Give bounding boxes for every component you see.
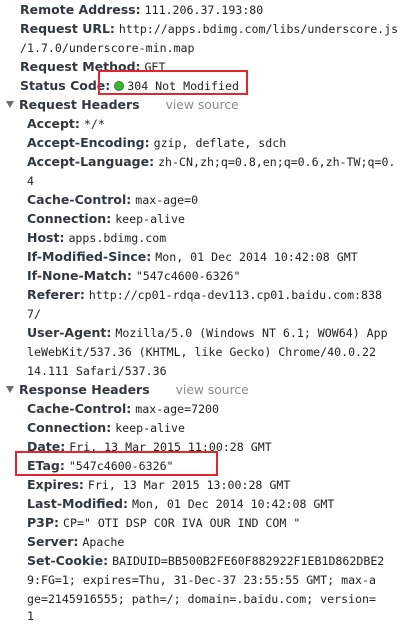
header-row-p3p: P3P: CP=" OTI DSP COR IVA OUR IND COM " [27,513,300,533]
header-value: zh-CN,zh;q=0.8,en;q=0.6,zh-TW;q=0. [158,155,396,169]
header-row-set-cookie: Set-Cookie: BAIDUID=BB500B2FE60F882922F1… [27,551,384,571]
header-key: Cache-Control: [27,192,132,207]
header-row-referer: Referer: http://cp01-rdqa-dev113.cp01.ba… [27,285,382,305]
header-value: "547c4600-6326" [135,269,241,283]
header-value: BAIDUID=BB500B2FE60F882922F1EB1D862DBE2 [112,554,385,568]
status-code-highlight [98,70,248,95]
header-value: max-age=7200 [135,402,220,416]
header-key: User-Agent: [27,325,112,340]
header-row-if-modified-since: If-Modified-Since: Mon, 01 Dec 2014 10:4… [27,247,358,267]
header-key: P3P: [27,515,60,530]
header-value-continued: 7/ [27,307,41,321]
header-value-continued[interactable]: /1.7.0/underscore-min.map [20,41,195,55]
request-url-continued: /1.7.0/underscore-min.map [20,38,195,58]
expand-triangle-icon[interactable] [6,101,14,108]
header-key: Referer: [27,287,85,302]
header-key: Status Code: [20,78,111,93]
header-value-continued: 9:FG=1; expires=Thu, 31-Dec-37 23:55:55 … [27,573,377,587]
header-value: keep-alive [115,212,185,226]
header-row-set-cookie-continued: ge=2145916555; path=/; domain=.baidu.com… [27,589,376,609]
header-value: Apache [82,535,125,549]
header-value: max-age=0 [135,193,199,207]
header-value: Mon, 01 Dec 2014 10:42:08 GMT [131,497,335,511]
header-key: Cache-Control: [27,401,132,416]
header-key: Accept-Language: [27,154,155,169]
header-value: Mon, 01 Dec 2014 10:42:08 GMT [155,250,358,264]
headers-panel: Remote Address: 111.206.37.193:80 Reques… [0,0,406,623]
expand-triangle-icon[interactable] [6,386,14,393]
etag-highlight [15,451,218,476]
header-key: Accept: [27,116,80,131]
header-value: Fri, 13 Mar 2015 13:00:28 GMT [87,478,291,492]
header-key: Last-Modified: [27,496,128,511]
header-row-connection: Connection: keep-alive [27,418,185,438]
header-row-cache-control: Cache-Control: max-age=0 [27,190,198,210]
header-value: gzip, deflate, sdch [153,136,287,150]
header-value: http://cp01-rdqa-dev113.cp01.baidu.com:8… [88,288,382,302]
header-row-expires: Expires: Fri, 13 Mar 2015 13:00:28 GMT [27,475,290,495]
header-value: Mozilla/5.0 (Windows NT 6.1; WOW64) App [115,326,388,340]
header-value: 111.206.37.193:80 [144,3,264,17]
header-row-user-agent-continued: leWebKit/537.36 (KHTML, like Gecko) Chro… [27,342,376,362]
header-row-user-agent: User-Agent: Mozilla/5.0 (Windows NT 6.1;… [27,323,388,343]
header-row-set-cookie-continued: 1 [27,606,34,626]
remote-address-row: Remote Address: 111.206.37.193:80 [20,0,263,20]
header-key: Server: [27,534,79,549]
header-value: CP=" OTI DSP COR IVA OUR IND COM " [63,516,301,530]
header-value[interactable]: http://apps.bdimg.com/libs/underscore.js [119,22,398,36]
header-key: Remote Address: [20,2,141,17]
section-title[interactable]: Request Headers [19,97,140,112]
header-row-set-cookie-continued: 9:FG=1; expires=Thu, 31-Dec-37 23:55:55 … [27,570,376,590]
header-value-continued: leWebKit/537.36 (KHTML, like Gecko) Chro… [27,345,377,359]
header-row-connection: Connection: keep-alive [27,209,185,229]
header-key: If-None-Match: [27,268,132,283]
view-source-link[interactable]: view source [166,98,239,112]
header-row-accept-language-continued: 4 [27,171,34,191]
header-row-accept: Accept: */* [27,114,105,134]
header-key: If-Modified-Since: [27,249,152,264]
section-title[interactable]: Response Headers [19,382,150,397]
header-value-continued: 4 [27,174,34,188]
response-headers-section[interactable]: Response Headers view source [6,380,249,400]
header-row-referer-continued: 7/ [27,304,41,324]
header-row-cache-control: Cache-Control: max-age=7200 [27,399,219,419]
header-row-user-agent-continued: 14.111 Safari/537.36 [27,361,167,381]
header-row-host: Host: apps.bdimg.com [27,228,166,248]
header-key: Connection: [27,420,112,435]
header-value-continued: 14.111 Safari/537.36 [27,364,167,378]
header-key: Connection: [27,211,112,226]
header-row-accept-encoding: Accept-Encoding: gzip, deflate, sdch [27,133,286,153]
header-value-continued: ge=2145916555; path=/; domain=.baidu.com… [27,592,377,606]
request-headers-section[interactable]: Request Headers view source [6,95,239,115]
header-value: */* [83,117,105,131]
header-key: Expires: [27,477,84,492]
view-source-link[interactable]: view source [176,383,249,397]
header-row-accept-language: Accept-Language: zh-CN,zh;q=0.8,en;q=0.6… [27,152,395,172]
header-key: Request URL: [20,21,115,36]
header-key: Set-Cookie: [27,553,109,568]
header-value: apps.bdimg.com [68,231,167,245]
header-row-last-modified: Last-Modified: Mon, 01 Dec 2014 10:42:08… [27,494,334,514]
request-url-row: Request URL: http://apps.bdimg.com/libs/… [20,19,398,39]
header-value: keep-alive [115,421,185,435]
header-row-server: Server: Apache [27,532,124,552]
header-key: Accept-Encoding: [27,135,150,150]
header-row-if-none-match: If-None-Match: "547c4600-6326" [27,266,241,286]
header-key: Host: [27,230,65,245]
header-value-continued: 1 [27,609,34,623]
